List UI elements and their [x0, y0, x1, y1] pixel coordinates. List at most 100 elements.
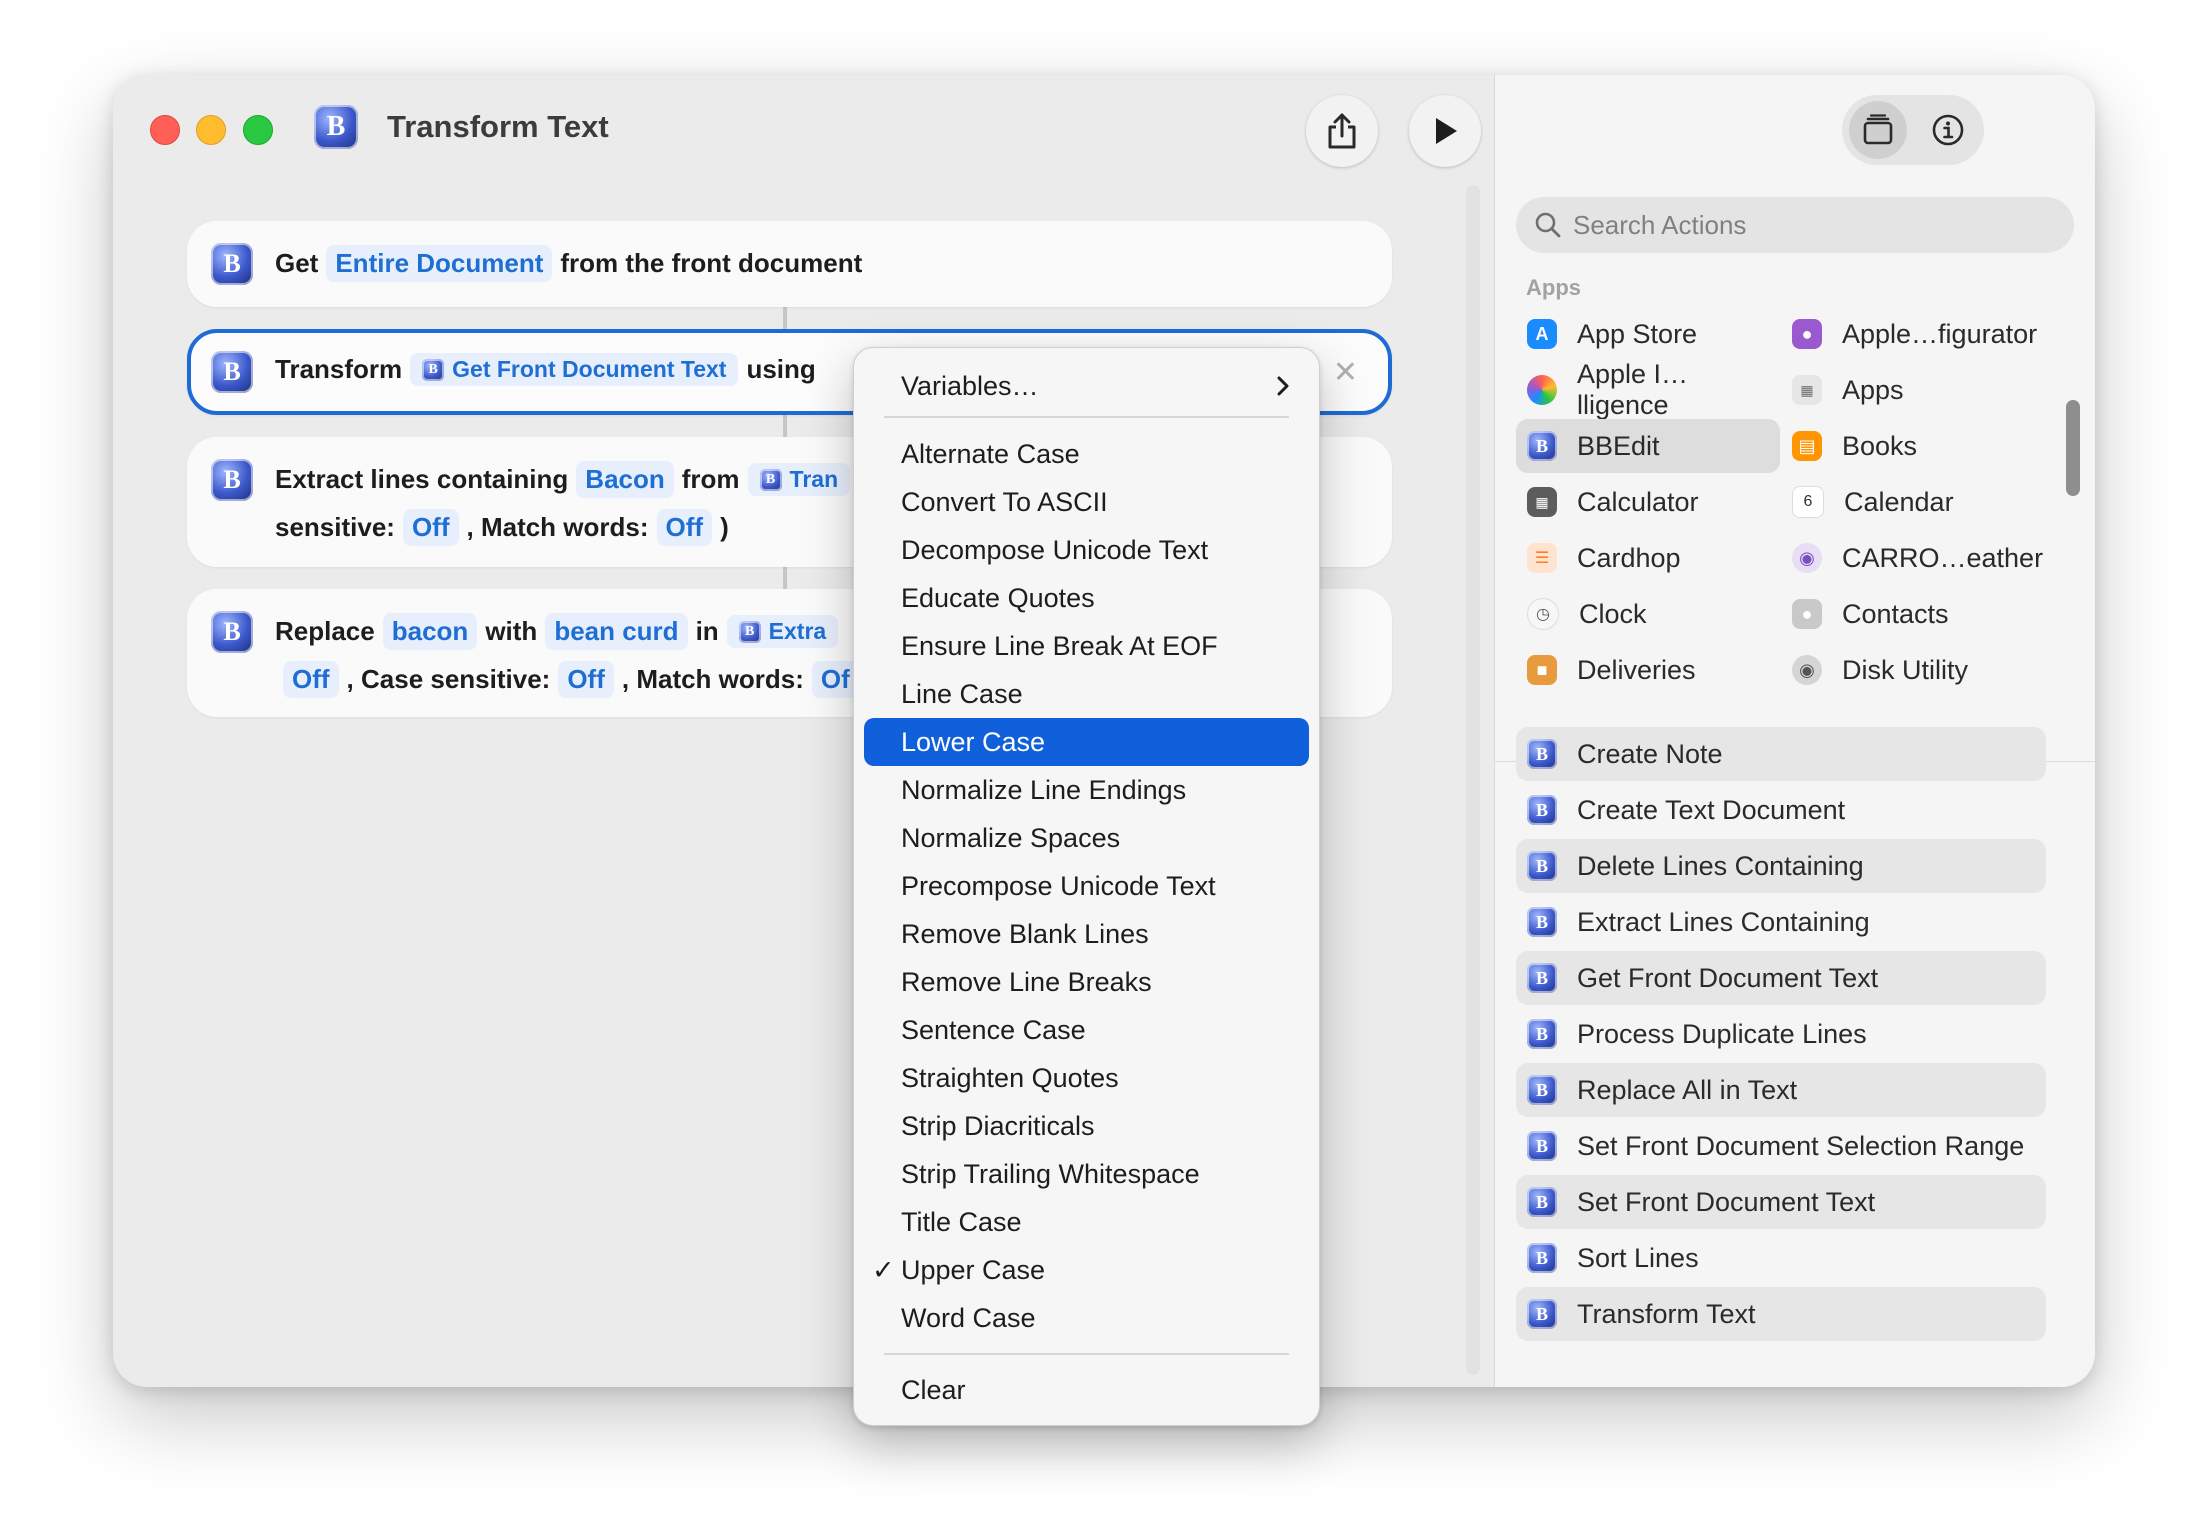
app-label: Disk Utility — [1842, 654, 1968, 685]
action-text: in — [695, 616, 719, 646]
app-item-deliveries[interactable]: ■ Deliveries — [1516, 643, 1766, 697]
library-action-process-duplicate-lines[interactable]: B Process Duplicate Lines — [1516, 1007, 2046, 1061]
action-label: Process Duplicate Lines — [1577, 1018, 1867, 1049]
checkmark-icon: ✓ — [872, 1254, 895, 1285]
menu-item-alternate-case[interactable]: Alternate Case — [864, 430, 1309, 478]
menu-item-straighten-quotes[interactable]: Straighten Quotes — [864, 1054, 1309, 1102]
app-item-calendar[interactable]: 6 Calendar — [1781, 475, 2051, 529]
run-button[interactable] — [1409, 95, 1481, 167]
menu-item-normalize-line-endings[interactable]: Normalize Line Endings — [864, 766, 1309, 814]
grep-toggle[interactable]: Off — [283, 661, 339, 698]
menu-item-upper-case[interactable]: ✓ Upper Case — [864, 1246, 1309, 1294]
window-title: Transform Text — [387, 109, 609, 144]
search-actions-field[interactable]: Search Actions — [1516, 197, 2074, 253]
menu-item-remove-blank-lines[interactable]: Remove Blank Lines — [864, 910, 1309, 958]
menu-item-label: Line Case — [901, 678, 1023, 709]
menu-item-clear[interactable]: Clear — [864, 1366, 1309, 1414]
menu-item-convert-to-ascii[interactable]: Convert To ASCII — [864, 478, 1309, 526]
menu-item-label: Precompose Unicode Text — [901, 870, 1216, 901]
variable-label: Extra — [768, 618, 827, 644]
library-action-create-text-document[interactable]: B Create Text Document — [1516, 783, 2046, 837]
action-text: from the front document — [560, 248, 863, 278]
bbedit-action-icon: B — [1527, 907, 1557, 937]
action-label: Create Note — [1577, 738, 1723, 769]
menu-separator — [884, 1353, 1289, 1355]
app-item-apps[interactable]: ▦ Apps — [1781, 363, 2051, 417]
library-action-set-selection-range[interactable]: B Set Front Document Selection Range — [1516, 1119, 2046, 1173]
extract-variable[interactable]: B Extra — [726, 615, 839, 648]
menu-item-label: Alternate Case — [901, 438, 1080, 469]
library-action-set-front-document-text[interactable]: B Set Front Document Text — [1516, 1175, 2046, 1229]
menu-item-strip-trailing-whitespace[interactable]: Strip Trailing Whitespace — [864, 1150, 1309, 1198]
editor-scrollbar[interactable] — [1466, 185, 1480, 1375]
menu-item-decompose-unicode[interactable]: Decompose Unicode Text — [864, 526, 1309, 574]
menu-item-normalize-spaces[interactable]: Normalize Spaces — [864, 814, 1309, 862]
action-label: Delete Lines Containing — [1577, 850, 1864, 881]
menu-item-remove-line-breaks[interactable]: Remove Line Breaks — [864, 958, 1309, 1006]
deliveries-icon: ■ — [1527, 655, 1557, 685]
search-term-param[interactable]: Bacon — [576, 461, 674, 498]
menu-item-label: Convert To ASCII — [901, 486, 1108, 517]
library-button[interactable] — [1849, 101, 1907, 159]
minimize-window-button[interactable] — [196, 115, 226, 145]
app-item-app-store[interactable]: A App Store — [1516, 307, 1766, 361]
share-button[interactable] — [1306, 95, 1378, 167]
close-window-button[interactable] — [150, 115, 180, 145]
app-item-apple-intelligence[interactable]: Apple I…lligence — [1516, 359, 1766, 420]
app-item-configurator[interactable]: ● Apple…figurator — [1781, 307, 2051, 361]
library-action-delete-lines[interactable]: B Delete Lines Containing — [1516, 839, 2046, 893]
replace-param[interactable]: bean curd — [545, 613, 688, 650]
app-store-icon: A — [1527, 319, 1557, 349]
library-action-get-front-document-text[interactable]: B Get Front Document Text — [1516, 951, 2046, 1005]
action-connector — [783, 415, 787, 437]
app-item-bbedit[interactable]: B BBEdit — [1516, 419, 1780, 473]
menu-item-ensure-line-break[interactable]: Ensure Line Break At EOF — [864, 622, 1309, 670]
menu-item-word-case[interactable]: Word Case — [864, 1294, 1309, 1342]
app-item-disk-utility[interactable]: ◉ Disk Utility — [1781, 643, 2051, 697]
app-item-calculator[interactable]: ▦ Calculator — [1516, 475, 1766, 529]
app-item-contacts[interactable]: ● Contacts — [1781, 587, 2051, 641]
menu-separator — [884, 416, 1289, 418]
action-connector — [783, 307, 787, 329]
match-words-toggle[interactable]: Off — [656, 509, 713, 546]
menu-item-title-case[interactable]: Title Case — [864, 1198, 1309, 1246]
action-text: sensitive: — [275, 512, 395, 542]
action-label: Create Text Document — [1577, 794, 1846, 825]
app-label: CARRO…eather — [1842, 542, 2044, 573]
sidebar-scrollbar-thumb[interactable] — [2066, 400, 2080, 496]
library-action-transform-text[interactable]: B Transform Text — [1516, 1287, 2046, 1341]
library-action-replace-all[interactable]: B Replace All in Text — [1516, 1063, 2046, 1117]
case-sensitive-toggle[interactable]: Off — [558, 661, 614, 698]
menu-item-line-case[interactable]: Line Case — [864, 670, 1309, 718]
transform-variable[interactable]: B Tran — [747, 463, 851, 496]
bbedit-action-icon: B — [1527, 963, 1557, 993]
menu-item-precompose-unicode[interactable]: Precompose Unicode Text — [864, 862, 1309, 910]
app-item-books[interactable]: ▤ Books — [1781, 419, 2051, 473]
case-sensitive-toggle[interactable]: Off — [402, 509, 459, 546]
app-item-cardhop[interactable]: ☰ Cardhop — [1516, 531, 1766, 585]
info-button[interactable] — [1919, 101, 1977, 159]
find-param[interactable]: bacon — [382, 613, 478, 650]
menu-item-educate-quotes[interactable]: Educate Quotes — [864, 574, 1309, 622]
remove-action-icon[interactable]: ✕ — [1333, 355, 1358, 390]
menu-item-variables[interactable]: Variables… — [864, 362, 1309, 410]
variable-label: Tran — [789, 466, 839, 492]
menu-item-label: Variables… — [901, 370, 1039, 401]
books-icon: ▤ — [1792, 431, 1822, 461]
entire-document-param[interactable]: Entire Document — [326, 245, 553, 282]
apple-intelligence-icon — [1527, 375, 1557, 405]
action-get-document[interactable]: B Get Entire Document from the front doc… — [187, 221, 1392, 307]
library-action-create-note[interactable]: B Create Note — [1516, 727, 2046, 781]
search-icon — [1535, 212, 1561, 238]
menu-item-lower-case[interactable]: Lower Case — [864, 718, 1309, 766]
library-action-sort-lines[interactable]: B Sort Lines — [1516, 1231, 2046, 1285]
app-item-carrot-weather[interactable]: ◉ CARRO…eather — [1781, 531, 2051, 585]
get-front-document-text-variable[interactable]: B Get Front Document Text — [410, 353, 739, 386]
menu-item-sentence-case[interactable]: Sentence Case — [864, 1006, 1309, 1054]
library-action-extract-lines[interactable]: B Extract Lines Containing — [1516, 895, 2046, 949]
zoom-window-button[interactable] — [243, 115, 273, 145]
menu-item-label: Decompose Unicode Text — [901, 534, 1209, 565]
menu-item-strip-diacriticals[interactable]: Strip Diacriticals — [864, 1102, 1309, 1150]
match-words-toggle[interactable]: Of — [811, 661, 859, 698]
app-item-clock[interactable]: ◷ Clock — [1516, 587, 1766, 641]
